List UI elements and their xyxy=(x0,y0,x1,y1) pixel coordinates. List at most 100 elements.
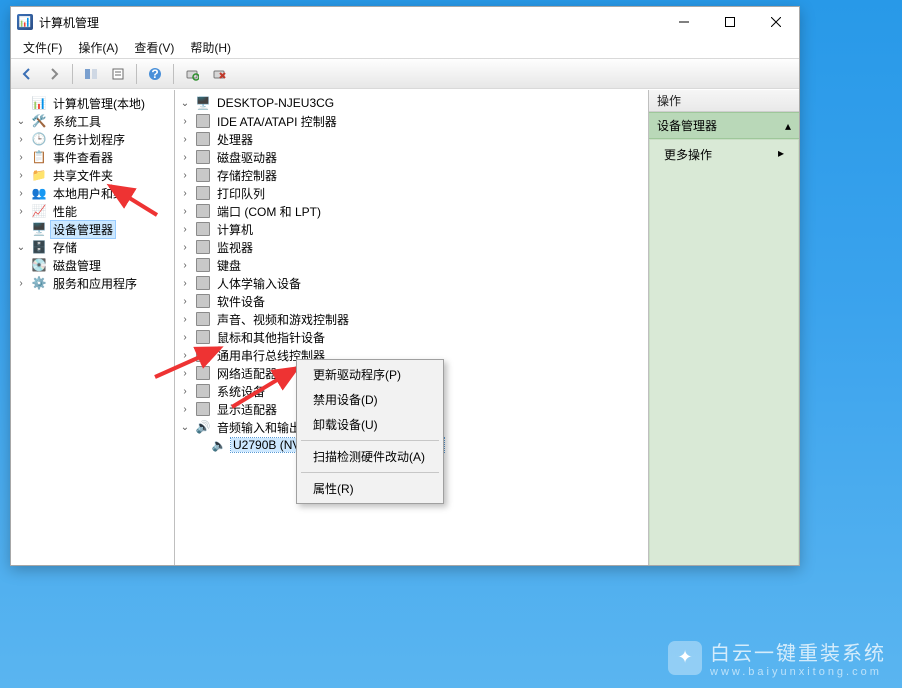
device-category[interactable]: › 打印队列 xyxy=(177,184,646,202)
category-label: 磁盘驱动器 xyxy=(215,149,279,166)
tree-device-manager[interactable]: 🖥️设备管理器 xyxy=(13,220,172,238)
menu-action[interactable]: 操作(A) xyxy=(70,37,126,58)
expand-icon[interactable]: ⌄ xyxy=(15,116,27,127)
device-category-icon xyxy=(195,185,211,201)
device-category-icon xyxy=(195,311,211,327)
services-icon: ⚙️ xyxy=(31,275,47,291)
device-category[interactable]: ›监视器 xyxy=(177,238,646,256)
tree-performance[interactable]: ›📈性能 xyxy=(13,202,172,220)
collapse-icon[interactable]: ⌄ xyxy=(179,422,191,433)
toolbar-help-button[interactable]: ? xyxy=(143,62,167,86)
window-title: 计算机管理 xyxy=(39,14,99,31)
toolbar-uninstall-button[interactable] xyxy=(207,62,231,86)
expand-icon[interactable]: › xyxy=(179,404,191,415)
menu-file[interactable]: 文件(F) xyxy=(15,37,70,58)
computer-icon: 🖥️ xyxy=(195,95,211,111)
action-more-ops[interactable]: 更多操作 ▸ xyxy=(664,146,784,163)
device-category[interactable]: › IDE ATA/ATAPI 控制器 xyxy=(177,112,646,130)
tree-disk-mgmt[interactable]: 💽磁盘管理 xyxy=(13,256,172,274)
device-category[interactable]: ›处理器 xyxy=(177,130,646,148)
device-category[interactable]: ›存储控制器 xyxy=(177,166,646,184)
tree-root-label: 计算机管理(本地) xyxy=(51,95,147,112)
ctx-properties[interactable]: 属性(R) xyxy=(299,476,441,501)
expand-icon[interactable]: › xyxy=(15,278,27,289)
category-label: 打印队列 xyxy=(215,185,267,202)
device-category[interactable]: ›端口 (COM 和 LPT) xyxy=(177,202,646,220)
expand-icon[interactable]: › xyxy=(179,242,191,253)
device-category[interactable]: ›鼠标和其他指针设备 xyxy=(177,328,646,346)
device-category-icon xyxy=(195,329,211,345)
tree-label: 共享文件夹 xyxy=(51,167,115,184)
device-category[interactable]: ›声音、视频和游戏控制器 xyxy=(177,310,646,328)
expand-icon[interactable]: ⌄ xyxy=(15,242,27,253)
device-category[interactable]: ›人体学输入设备 xyxy=(177,274,646,292)
expand-icon[interactable]: › xyxy=(179,350,191,361)
expand-icon[interactable]: › xyxy=(179,206,191,217)
toolbar-back-button[interactable] xyxy=(15,62,39,86)
ctx-disable-device[interactable]: 禁用设备(D) xyxy=(299,387,441,412)
ctx-update-driver[interactable]: 更新驱动程序(P) xyxy=(299,362,441,387)
expand-icon[interactable]: › xyxy=(15,134,27,145)
menu-help[interactable]: 帮助(H) xyxy=(182,37,239,58)
ctx-scan-hardware[interactable]: 扫描检测硬件改动(A) xyxy=(299,444,441,469)
tree-shared-folders[interactable]: › 📁共享文件夹 xyxy=(13,166,172,184)
shared-folder-icon: 📁 xyxy=(31,167,47,183)
expand-icon[interactable]: › xyxy=(179,296,191,307)
expand-icon[interactable]: › xyxy=(179,332,191,343)
expand-icon[interactable]: › xyxy=(179,260,191,271)
collapse-icon[interactable]: ⌄ xyxy=(179,98,191,109)
expand-icon[interactable]: › xyxy=(179,134,191,145)
category-label: 键盘 xyxy=(215,257,243,274)
device-category-icon xyxy=(195,293,211,309)
expand-icon[interactable]: › xyxy=(179,116,191,127)
device-category-icon xyxy=(195,365,211,381)
left-navigation-tree[interactable]: 📊 计算机管理(本地) ⌄ 🛠️ 系统工具 ›🕒任务计划程序 xyxy=(11,90,175,565)
device-category[interactable]: › 键盘 xyxy=(177,256,646,274)
tree-storage[interactable]: ⌄ 🗄️ 存储 xyxy=(13,238,172,256)
tree-task-scheduler[interactable]: ›🕒任务计划程序 xyxy=(13,130,172,148)
expand-icon[interactable]: › xyxy=(179,368,191,379)
tree-root[interactable]: 📊 计算机管理(本地) xyxy=(13,94,172,112)
expand-icon[interactable]: › xyxy=(179,224,191,235)
ctx-uninstall-device[interactable]: 卸载设备(U) xyxy=(299,412,441,437)
toolbar-properties-button[interactable] xyxy=(106,62,130,86)
close-button[interactable] xyxy=(753,7,799,37)
expand-icon[interactable]: › xyxy=(179,152,191,163)
menu-view[interactable]: 查看(V) xyxy=(126,37,182,58)
category-label: IDE ATA/ATAPI 控制器 xyxy=(215,113,339,130)
computer-node[interactable]: ⌄ 🖥️ DESKTOP-NJEU3CG xyxy=(177,94,646,112)
expand-icon[interactable]: › xyxy=(179,386,191,397)
storage-icon: 🗄️ xyxy=(31,239,47,255)
expand-icon[interactable]: › xyxy=(179,314,191,325)
toolbar-separator xyxy=(173,64,174,84)
context-menu: 更新驱动程序(P) 禁用设备(D) 卸载设备(U) 扫描检测硬件改动(A) 属性… xyxy=(296,359,444,504)
actions-section-device-manager[interactable]: 设备管理器 ▴ xyxy=(649,112,799,139)
expand-icon[interactable]: › xyxy=(15,206,27,217)
minimize-button[interactable] xyxy=(661,7,707,37)
maximize-button[interactable] xyxy=(707,7,753,37)
app-icon: 📊 xyxy=(17,14,33,30)
expand-icon[interactable]: › xyxy=(15,152,27,163)
toolbar-forward-button[interactable] xyxy=(42,62,66,86)
tree-services-apps[interactable]: › ⚙️ 服务和应用程序 xyxy=(13,274,172,292)
device-category[interactable]: ›软件设备 xyxy=(177,292,646,310)
device-category-icon xyxy=(195,347,211,363)
ctx-separator xyxy=(301,440,439,441)
actions-body: 更多操作 ▸ xyxy=(649,139,799,565)
tree-system-tools[interactable]: ⌄ 🛠️ 系统工具 xyxy=(13,112,172,130)
expand-icon[interactable]: › xyxy=(179,278,191,289)
expand-icon[interactable]: › xyxy=(15,170,27,181)
device-category[interactable]: ›计算机 xyxy=(177,220,646,238)
device-category-icon xyxy=(195,383,211,399)
tree-label: 存储 xyxy=(51,239,79,256)
toolbar-show-hide-button[interactable] xyxy=(79,62,103,86)
expand-icon[interactable]: › xyxy=(179,170,191,181)
toolbar-scan-button[interactable] xyxy=(180,62,204,86)
category-label: 显示适配器 xyxy=(215,401,279,418)
expand-icon[interactable]: › xyxy=(15,188,27,199)
device-category[interactable]: › 磁盘驱动器 xyxy=(177,148,646,166)
expand-icon[interactable]: › xyxy=(179,188,191,199)
menubar: 文件(F) 操作(A) 查看(V) 帮助(H) xyxy=(11,37,799,59)
tree-local-users[interactable]: ›👥本地用户和组 xyxy=(13,184,172,202)
tree-event-viewer[interactable]: ›📋事件查看器 xyxy=(13,148,172,166)
